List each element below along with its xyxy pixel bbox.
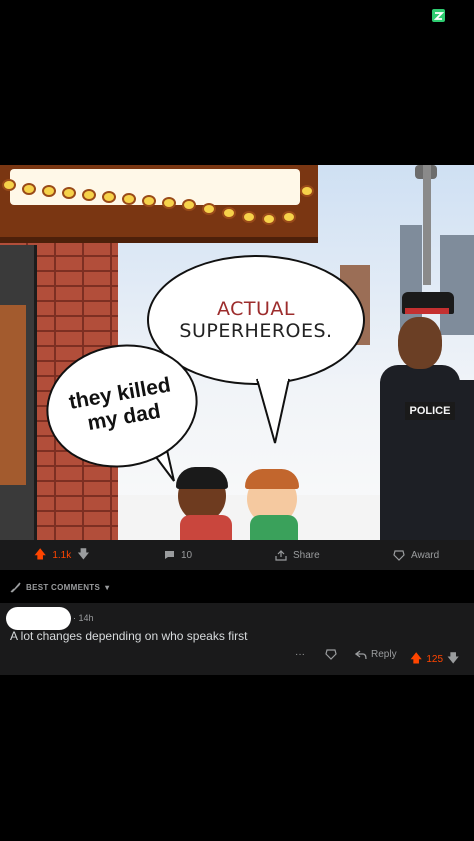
award-label: Award: [411, 549, 440, 561]
upvote-icon[interactable]: 🡅: [34, 545, 46, 566]
award-comment-button[interactable]: [325, 649, 337, 660]
vote-control[interactable]: 🡅 1.1k 🡇: [34, 545, 90, 566]
username-redacted[interactable]: [6, 607, 71, 630]
post-image[interactable]: ACTUAL SUPERHEROES. they killed my dad P…: [0, 165, 474, 540]
comment: · 14h A lot changes depending on who spe…: [0, 603, 474, 675]
more-options-button[interactable]: ···: [295, 649, 305, 660]
vote-count: 1.1k: [52, 549, 72, 561]
cn-tower-shaft: [423, 165, 431, 285]
comment-timestamp: · 14h: [73, 613, 94, 623]
police-officer-body: [380, 365, 460, 540]
theater-window: [0, 305, 26, 485]
theater-marquee: [0, 165, 318, 243]
police-hat-band: [405, 308, 449, 314]
kid-right-hair: [245, 469, 299, 489]
bubble-text-killed: they killed my dad: [67, 373, 173, 436]
second-officer: [455, 380, 474, 540]
more-icon: ···: [295, 649, 305, 660]
award-button[interactable]: Award: [393, 550, 439, 561]
comment-icon: [165, 551, 174, 559]
sort-dropdown[interactable]: BEST COMMENTS ▾: [10, 582, 109, 593]
comment-vote-control[interactable]: 🡅 125 🡇: [410, 649, 459, 670]
police-label: POLICE: [405, 402, 455, 420]
post-action-bar: 🡅 1.1k 🡇 10 Share Award: [0, 540, 474, 570]
award-icon: [325, 649, 337, 660]
kid-left-hair: [176, 467, 228, 489]
kid-left-shirt: [180, 515, 232, 540]
kid-right-shirt: [250, 515, 298, 540]
bubble-text-line2: SUPERHEROES.: [179, 320, 333, 342]
skyline-building: [440, 235, 474, 335]
police-officer-face: [398, 317, 442, 369]
rocket-icon: [10, 582, 21, 592]
chevron-down-icon: ▾: [105, 582, 110, 592]
comment-actions: ··· Reply 🡅 125 🡇: [0, 649, 474, 669]
notification-icon: [432, 9, 445, 22]
share-button[interactable]: Share: [275, 550, 320, 561]
comments-sort-header: BEST COMMENTS ▾: [0, 570, 474, 604]
reply-label: Reply: [371, 649, 397, 660]
comments-button[interactable]: 10: [164, 550, 192, 561]
comment-body: A lot changes depending on who speaks fi…: [10, 629, 248, 643]
award-icon: [393, 549, 405, 561]
bubble-tail: [256, 377, 290, 444]
upvote-icon[interactable]: 🡅: [410, 649, 422, 670]
reply-button[interactable]: Reply: [355, 649, 397, 660]
comments-count: 10: [181, 549, 193, 561]
share-label: Share: [293, 549, 320, 561]
share-icon: [275, 549, 287, 561]
reply-icon: [355, 649, 367, 659]
downvote-icon[interactable]: 🡇: [77, 545, 89, 566]
comment-vote-count: 125: [426, 654, 444, 665]
downvote-icon[interactable]: 🡇: [447, 649, 459, 670]
sort-label: BEST COMMENTS: [26, 582, 101, 592]
bubble-text-line1: ACTUAL: [216, 298, 296, 320]
